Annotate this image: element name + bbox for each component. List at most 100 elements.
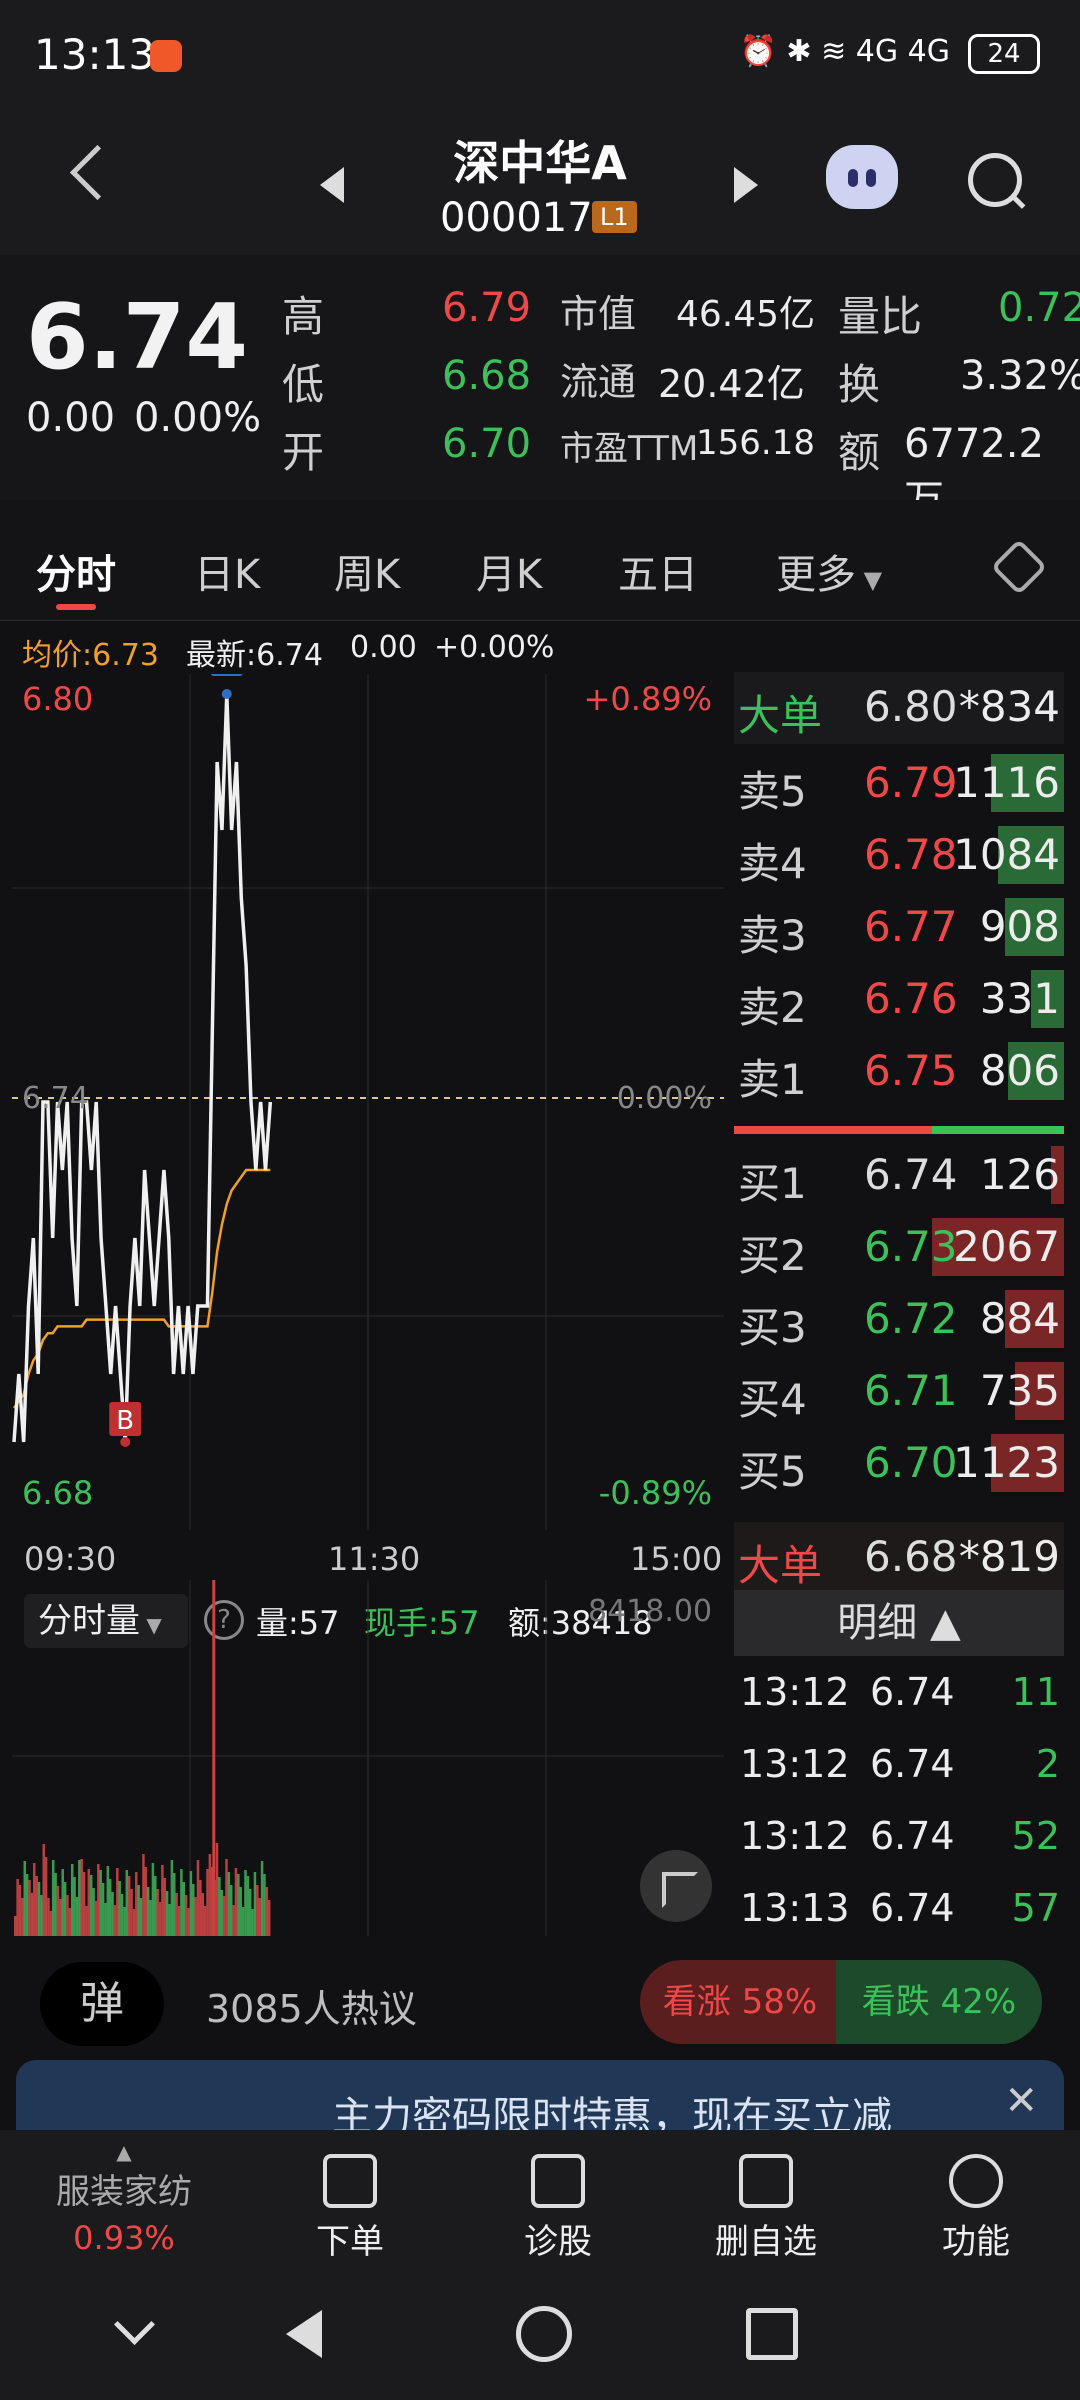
tab-five-day[interactable]: 五日 [618, 542, 698, 600]
volume-bar [92, 1888, 95, 1936]
remove-watchlist-button[interactable]: 删自选 [666, 2130, 866, 2263]
volume-bar [170, 1860, 174, 1936]
volume-bar [229, 1885, 233, 1936]
buy-sell-split-bar [734, 1126, 1064, 1134]
detail-row: 13:12 6.74 52 [740, 1800, 1060, 1872]
volume-bar [225, 1859, 228, 1936]
price-line [12, 693, 273, 1443]
volume-chart[interactable] [12, 1580, 724, 1936]
turnover-label: 换 [838, 360, 881, 409]
volume-bar [30, 1893, 34, 1936]
close-icon[interactable]: ✕ [1004, 2078, 1038, 2124]
sector-button[interactable]: ▲ 服装家纺 0.93% [24, 2130, 224, 2257]
volume-bar [97, 1864, 100, 1936]
detail-volume: 2 [1035, 1742, 1060, 1786]
volume-bar [35, 1876, 38, 1936]
system-nav-bar [0, 2270, 1080, 2400]
chevron-down-icon: ▼ [856, 566, 883, 594]
chevron-up-icon: ▲ [116, 2140, 132, 2164]
volume-bar [215, 1843, 219, 1936]
quote-panel: 6.74 0.00 0.00% 高 6.79 低 6.68 开 6.70 市值 … [0, 255, 1080, 523]
tab-monthly-k[interactable]: 月K [476, 542, 542, 600]
volume-bar [232, 1905, 235, 1936]
ask-2-label: 卖2 [738, 983, 807, 1032]
order-button[interactable]: 下单 [250, 2130, 450, 2263]
volume-bar [206, 1869, 209, 1936]
volume-bar [61, 1869, 64, 1936]
volume-bar [175, 1893, 178, 1936]
volume-bar [165, 1891, 169, 1936]
bid-4-row[interactable]: 买4 6.71 735 [734, 1356, 1064, 1428]
volume-bar [66, 1895, 69, 1936]
bid-3-volume: 884 [979, 1294, 1060, 1343]
volume-bar [239, 1887, 242, 1936]
float-label: 流通 [560, 360, 637, 404]
big-buy-volume: *819 [958, 1532, 1060, 1581]
volume-bar [227, 1872, 231, 1936]
volume-bar [37, 1882, 41, 1936]
ask-4-row[interactable]: 卖4 6.78 1084 [734, 820, 1064, 892]
volume-bar [73, 1877, 76, 1936]
assistant-robot-icon[interactable] [826, 145, 898, 209]
volume-bar [68, 1908, 72, 1936]
detail-price: 6.74 [870, 1670, 955, 1714]
collapse-icon[interactable] [113, 2303, 156, 2346]
promo-banner[interactable]: 主力密码限时特惠，现在买立减 ✕ [16, 2060, 1064, 2130]
tab-weekly-k[interactable]: 周K [334, 542, 400, 600]
fullscreen-icon[interactable] [640, 1850, 712, 1922]
danmu-toggle-button[interactable]: 弹 [40, 1962, 164, 2046]
menu-circle-icon [949, 2154, 1003, 2208]
bid-5-row[interactable]: 买5 6.70 1123 [734, 1428, 1064, 1500]
detail-header[interactable]: 明细 ▲ [734, 1590, 1064, 1656]
tab-daily-k[interactable]: 日K [194, 542, 260, 600]
bearish-vote-button[interactable]: 看跌 42% [836, 1960, 1042, 2044]
volume-bar [120, 1894, 124, 1936]
volume-bar [42, 1844, 45, 1936]
bullish-vote-button[interactable]: 看涨 58% [640, 1960, 840, 2044]
bid-5-label: 买5 [738, 1447, 807, 1496]
bid-1-row[interactable]: 买1 6.74 126 [734, 1140, 1064, 1212]
detail-price: 6.74 [870, 1814, 955, 1858]
volume-bar [70, 1864, 74, 1936]
sector-name: 服装家纺 [56, 2172, 192, 2212]
functions-label: 功能 [942, 2222, 1010, 2262]
tab-more[interactable]: 更多 ▼ [776, 542, 882, 600]
next-stock-icon[interactable] [734, 167, 758, 203]
bid-3-row[interactable]: 买3 6.72 884 [734, 1284, 1064, 1356]
back-icon[interactable] [69, 144, 126, 201]
volume-bar [32, 1863, 36, 1936]
functions-button[interactable]: 功能 [876, 2130, 1076, 2263]
amount-label: 额 [838, 428, 881, 477]
ask-1-volume: 806 [979, 1046, 1060, 1095]
ask-1-row[interactable]: 卖1 6.75 806 [734, 1036, 1064, 1108]
volume-bar [180, 1869, 183, 1936]
ask-3-row[interactable]: 卖3 6.77 908 [734, 892, 1064, 964]
volume-bar [104, 1903, 107, 1936]
volume-bar [113, 1905, 117, 1936]
nav-recents-icon[interactable] [746, 2308, 798, 2360]
diagnose-plus-icon [531, 2154, 585, 2208]
mid-price-label: 6.74 [22, 1081, 89, 1116]
ask-4-volume: 1084 [953, 830, 1060, 879]
sell-marker-dot [221, 689, 232, 699]
bid-2-row[interactable]: 买2 6.73 2067 [734, 1212, 1064, 1284]
ask-5-row[interactable]: 卖5 6.79 1116 [734, 748, 1064, 820]
latest-pct-text: +0.00% [434, 630, 555, 665]
hot-discussion-count[interactable]: 3085人热议 [206, 1978, 417, 2033]
ask-2-row[interactable]: 卖2 6.76 331 [734, 964, 1064, 1036]
settings-hexagon-icon[interactable] [990, 538, 1048, 596]
bid-2-volume: 2067 [953, 1222, 1060, 1271]
volume-bar [56, 1886, 60, 1936]
volume-bar [222, 1896, 226, 1936]
volume-bar [49, 1911, 53, 1936]
tab-intraday[interactable]: 分时 [36, 542, 116, 600]
volume-bar [78, 1860, 81, 1936]
volume-bar [267, 1900, 271, 1936]
latest-price-text: 最新:6.74 [186, 638, 323, 673]
mktcap-value: 46.45亿 [676, 294, 816, 335]
nav-back-icon[interactable] [286, 2310, 322, 2358]
intraday-chart[interactable]: B S 6.80 +0.89% 6.74 0.00% 6.68 -0.89% [12, 674, 724, 1530]
diagnose-button[interactable]: 诊股 [458, 2130, 658, 2263]
latest-change-text: 0.00 [350, 630, 417, 665]
nav-home-icon[interactable] [516, 2306, 572, 2362]
